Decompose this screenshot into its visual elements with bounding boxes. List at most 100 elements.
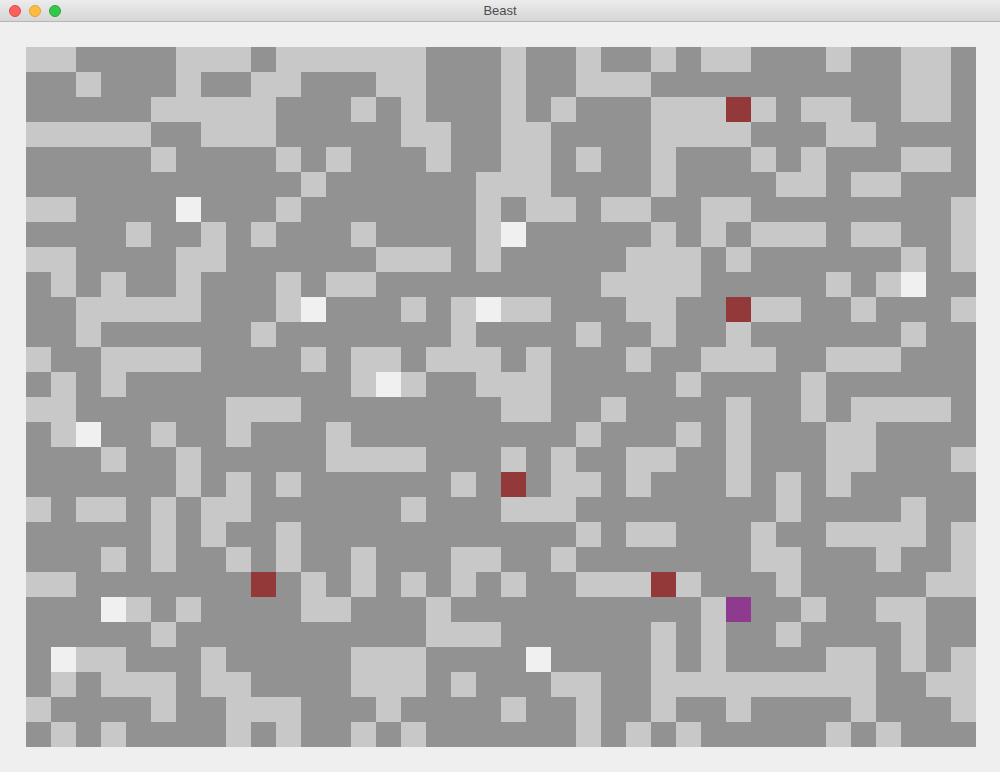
close-icon[interactable] xyxy=(9,5,21,17)
block-cell xyxy=(526,297,551,322)
block-cell xyxy=(951,447,976,472)
empty-cell xyxy=(126,547,151,572)
block-cell xyxy=(451,547,476,572)
empty-cell xyxy=(526,472,551,497)
game-board[interactable] xyxy=(26,47,976,747)
empty-cell xyxy=(26,672,51,697)
empty-cell xyxy=(76,47,101,72)
block-cell xyxy=(451,347,476,372)
empty-cell xyxy=(226,222,251,247)
empty-cell xyxy=(401,397,426,422)
empty-cell xyxy=(201,572,226,597)
block-cell xyxy=(501,497,526,522)
empty-cell xyxy=(926,222,951,247)
block-cell xyxy=(851,297,876,322)
empty-cell xyxy=(801,322,826,347)
empty-cell xyxy=(451,222,476,247)
block-cell xyxy=(151,347,176,372)
block-cell xyxy=(376,672,401,697)
block-cell xyxy=(951,697,976,722)
empty-cell xyxy=(376,222,401,247)
empty-cell xyxy=(576,122,601,147)
empty-cell xyxy=(576,272,601,297)
block-cell xyxy=(751,547,776,572)
empty-cell xyxy=(126,372,151,397)
empty-cell xyxy=(401,147,426,172)
block-cell xyxy=(626,247,651,272)
block-cell xyxy=(826,47,851,72)
block-cell xyxy=(626,722,651,747)
empty-cell xyxy=(426,372,451,397)
block-cell xyxy=(476,372,501,397)
block-cell xyxy=(526,372,551,397)
empty-cell xyxy=(126,447,151,472)
empty-cell xyxy=(276,97,301,122)
empty-cell xyxy=(326,722,351,747)
empty-cell xyxy=(326,197,351,222)
block-cell xyxy=(126,347,151,372)
empty-cell xyxy=(426,322,451,347)
empty-cell xyxy=(326,547,351,572)
empty-cell xyxy=(801,47,826,72)
block-cell xyxy=(201,247,226,272)
block-cell xyxy=(51,47,76,72)
empty-cell xyxy=(851,622,876,647)
block-cell xyxy=(851,447,876,472)
empty-cell xyxy=(726,72,751,97)
empty-cell xyxy=(926,622,951,647)
empty-cell xyxy=(26,722,51,747)
empty-cell xyxy=(276,222,301,247)
block-cell xyxy=(951,297,976,322)
empty-cell xyxy=(51,172,76,197)
empty-cell xyxy=(526,597,551,622)
empty-cell xyxy=(826,547,851,572)
empty-cell xyxy=(26,297,51,322)
empty-cell xyxy=(526,222,551,247)
empty-cell xyxy=(151,197,176,222)
zoom-icon[interactable] xyxy=(49,5,61,17)
block-cell xyxy=(901,322,926,347)
empty-cell xyxy=(326,97,351,122)
block-cell xyxy=(926,572,951,597)
empty-cell xyxy=(151,572,176,597)
empty-cell xyxy=(276,422,301,447)
empty-cell xyxy=(326,347,351,372)
minimize-icon[interactable] xyxy=(29,5,41,17)
block-cell xyxy=(401,297,426,322)
empty-cell xyxy=(551,247,576,272)
block-cell xyxy=(776,547,801,572)
empty-cell xyxy=(376,147,401,172)
empty-cell xyxy=(576,97,601,122)
block-cell xyxy=(676,122,701,147)
block-cell xyxy=(401,672,426,697)
block-cell xyxy=(26,397,51,422)
empty-cell xyxy=(476,72,501,97)
empty-cell xyxy=(776,122,801,147)
block-cell xyxy=(401,647,426,672)
empty-cell xyxy=(76,472,101,497)
empty-cell xyxy=(326,622,351,647)
empty-cell xyxy=(26,222,51,247)
block-cell xyxy=(276,147,301,172)
empty-cell xyxy=(76,597,101,622)
empty-cell xyxy=(101,147,126,172)
block-cell xyxy=(901,622,926,647)
block-cell xyxy=(51,672,76,697)
empty-cell xyxy=(926,122,951,147)
empty-cell xyxy=(151,372,176,397)
empty-cell xyxy=(526,722,551,747)
empty-cell xyxy=(376,322,401,347)
empty-cell xyxy=(126,322,151,347)
empty-cell xyxy=(151,397,176,422)
block-cell xyxy=(126,672,151,697)
empty-cell xyxy=(101,422,126,447)
block-cell xyxy=(851,172,876,197)
empty-cell xyxy=(701,472,726,497)
block-cell xyxy=(726,197,751,222)
empty-cell xyxy=(301,397,326,422)
empty-cell xyxy=(426,697,451,722)
block-cell xyxy=(626,297,651,322)
block-cell xyxy=(201,522,226,547)
block-cell xyxy=(526,197,551,222)
empty-cell xyxy=(801,122,826,147)
